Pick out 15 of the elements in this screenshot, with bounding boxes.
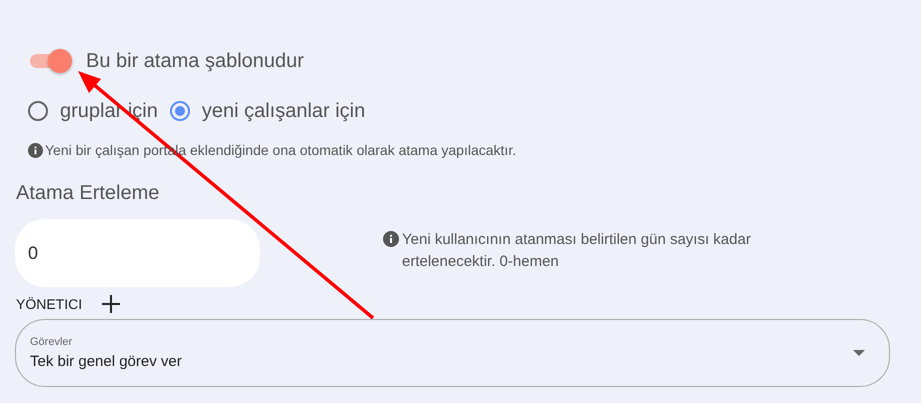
dropdown-caret-icon [853,350,865,356]
delay-input[interactable]: 0 [15,219,260,287]
toggle-label: Bu bir atama şablonudur [86,50,304,72]
add-icon[interactable] [102,295,120,313]
select-value: Tek bir genel görev ver [30,353,182,370]
radio-label: yeni çalışanlar için [202,100,366,122]
select-label: Görevler [30,336,74,348]
tasks-select[interactable]: Görevler Tek bir genel görev ver [15,319,890,387]
info-icon [28,142,43,158]
section-title: Atama Erteleme [15,182,160,205]
manager-label: YÖNETICI [16,296,82,312]
radio-button[interactable] [28,101,48,121]
radio-button[interactable] [170,101,190,121]
info-text: Yeni kullanıcının atanması belirtilen gün sayısı kadar ertelenecektir. 0-hemen [402,230,752,272]
info-icon [383,231,399,247]
